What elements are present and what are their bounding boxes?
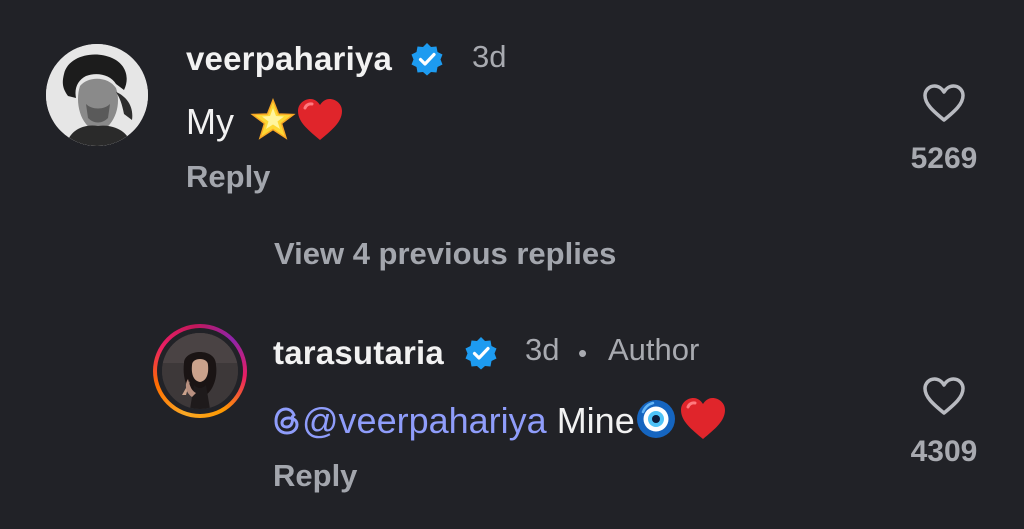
heart-outline-icon[interactable] <box>921 375 967 422</box>
avatar[interactable] <box>153 324 247 418</box>
meta-separator: • <box>578 338 588 368</box>
view-previous-replies-button[interactable]: View 4 previous replies <box>274 236 616 272</box>
like-count: 4309 <box>910 435 978 468</box>
glowing-star-icon <box>250 97 296 151</box>
reply-text-content: Mine <box>556 400 635 442</box>
reply-button[interactable]: Reply <box>186 159 270 195</box>
comment-timestamp: 3d <box>472 39 507 74</box>
reply-text: @veerpahariya Mine <box>273 397 727 450</box>
comment-text-content: My <box>186 101 234 143</box>
like-count: 5269 <box>910 142 978 175</box>
threads-logo-icon <box>273 403 301 445</box>
heart-outline-icon[interactable] <box>921 82 967 129</box>
reply-timestamp: 3d <box>525 332 560 367</box>
reply-username[interactable]: tarasutaria <box>273 334 444 372</box>
mention-link[interactable]: @veerpahariya <box>273 400 547 441</box>
comment-text: My <box>186 97 344 151</box>
avatar[interactable] <box>46 44 148 146</box>
author-badge: Author <box>608 332 700 367</box>
comment-username[interactable]: veerpahariya <box>186 40 392 78</box>
nazar-amulet-icon <box>635 398 677 449</box>
mention-text[interactable]: @veerpahariya <box>302 400 547 441</box>
reply-button[interactable]: Reply <box>273 458 357 494</box>
red-heart-icon <box>679 397 727 450</box>
verified-badge-icon <box>410 42 444 81</box>
verified-badge-icon <box>464 336 498 375</box>
red-heart-icon <box>296 98 344 151</box>
